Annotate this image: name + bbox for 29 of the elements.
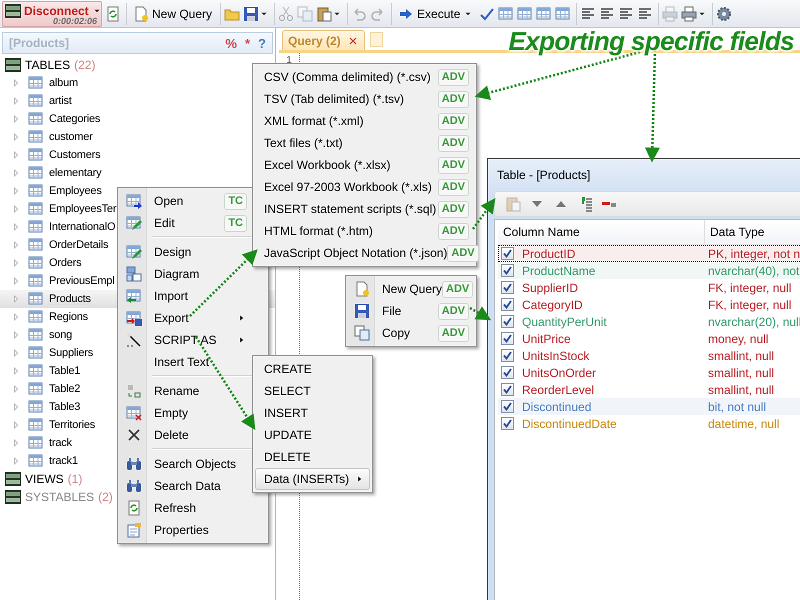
headline: Exporting specific fields (508, 26, 794, 57)
table-cell-text: nvarchar(40), not (707, 264, 800, 278)
table-cell-text: UnitPrice (521, 332, 572, 346)
table-cell-text: DiscontinuedDate (521, 416, 618, 430)
table-cell-text: QuantityPerUnit (521, 314, 608, 328)
table-cell-text: UnitsOnOrder (521, 366, 598, 380)
item-count: (1) (68, 472, 82, 486)
explorer-title: [Products] (9, 36, 69, 50)
table-cell-text: smallint, null (707, 382, 774, 396)
table-cell-text: ReorderLevel (521, 382, 596, 396)
table-cell-text: FK, integer, null (707, 298, 792, 312)
table-cell-text: PK, integer, not n (707, 246, 800, 260)
table-cell-text: FK, integer, null (707, 280, 792, 294)
table-cell-text: money, null (707, 332, 768, 346)
table-cell-text: bit, not null (707, 400, 766, 414)
table-cell-text: ProductName (521, 264, 596, 278)
table-cell-text: SupplierID (521, 280, 580, 294)
table-cell-text: UnitsInStock (521, 348, 590, 362)
item-count: (22) (74, 58, 96, 72)
table-cell-text: Discontinued (521, 400, 592, 414)
table-cell-text: smallint, null (707, 348, 774, 362)
elapsed-timer: 0:00:02:06 (52, 16, 97, 26)
item-count: (2) (98, 490, 113, 504)
line-number: 1 (286, 55, 292, 66)
table-cell-text: smallint, null (707, 366, 774, 380)
table-cell-text: datetime, null (707, 416, 780, 430)
window-title: Table - [Products] (496, 167, 592, 184)
table-cell-text: CategoryID (521, 298, 584, 312)
table-cell-text: ProductID (521, 246, 576, 260)
